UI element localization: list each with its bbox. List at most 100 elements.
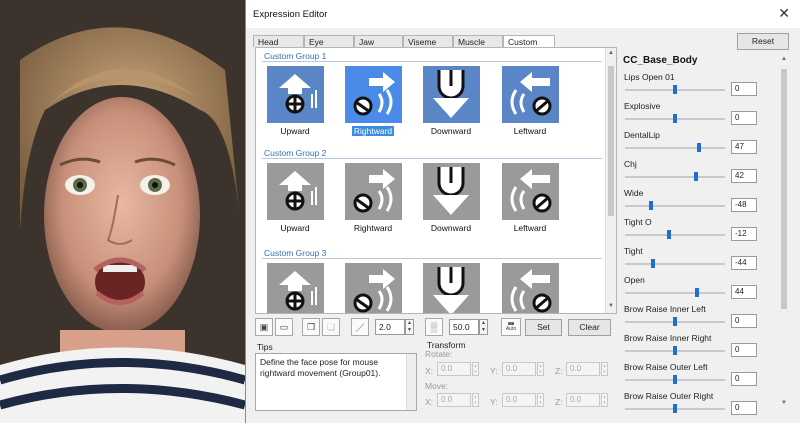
rotate-label: Rotate:	[425, 349, 453, 359]
slider-thumb[interactable]	[673, 404, 677, 413]
close-icon[interactable]: ✕	[778, 6, 790, 20]
slider-thumb[interactable]	[673, 85, 677, 94]
open-folder-icon[interactable]: ▭	[275, 318, 293, 336]
move-y-field[interactable]: 0.0	[502, 393, 536, 407]
pose-tile-unnamed[interactable]	[423, 263, 480, 313]
slider-value-field[interactable]: -48	[731, 198, 757, 212]
slider-thumb[interactable]	[673, 346, 677, 355]
toolbar: ▣ ▭ ❐ ❏ ／ 2.0 ▲ ▼ ▒ 50.0 ▲ ▼ ◙◙ Auto Set C…	[255, 317, 617, 339]
tips-scrollbar[interactable]	[406, 354, 416, 410]
pose-tile-rightward[interactable]	[345, 163, 402, 220]
scroll-up-icon[interactable]: ▲	[781, 56, 787, 62]
pose-tile-upward[interactable]	[267, 163, 324, 220]
strength-icon[interactable]: ▒	[425, 318, 443, 336]
scroll-down-icon[interactable]: ▼	[781, 400, 787, 406]
move-z-field[interactable]: 0.0	[566, 393, 600, 407]
slider-track[interactable]	[625, 263, 725, 265]
pose-tile-unnamed[interactable]	[502, 263, 559, 313]
sliders-scrollbar[interactable]: ▲ ▼	[779, 55, 789, 411]
slider-track[interactable]	[625, 205, 725, 207]
auto-key-button[interactable]: ◙◙ Auto	[501, 318, 521, 336]
slider-track[interactable]	[625, 234, 725, 236]
slider-thumb[interactable]	[651, 259, 655, 268]
slider-thumb[interactable]	[667, 230, 671, 239]
slider-label: Brow Raise Outer Right	[624, 391, 714, 401]
group-title: Custom Group 3	[264, 248, 327, 258]
tab-viseme[interactable]: Viseme	[403, 35, 453, 47]
slider-value-field[interactable]: 0	[731, 82, 757, 96]
brush-size-spinner[interactable]: ▲ ▼	[405, 319, 414, 335]
tab-custom[interactable]: Custom	[503, 35, 555, 47]
scroll-thumb[interactable]	[781, 69, 787, 309]
slider-track[interactable]	[625, 292, 725, 294]
slider-track[interactable]	[625, 147, 725, 149]
set-button[interactable]: Set	[525, 319, 562, 336]
slider-value-field[interactable]: 0	[731, 401, 757, 415]
downward-icon	[423, 163, 480, 220]
rotate-y-spinner[interactable]: ▲ ▼	[537, 362, 544, 376]
slider-thumb[interactable]	[694, 172, 698, 181]
copy-icon[interactable]: ❐	[302, 318, 320, 336]
slider-value-field[interactable]: 0	[731, 314, 757, 328]
group-divider	[262, 158, 602, 159]
slider-thumb[interactable]	[673, 114, 677, 123]
slider-value-field[interactable]: -44	[731, 256, 757, 270]
strength-spinner[interactable]: ▲ ▼	[479, 319, 488, 335]
pose-tile-rightward[interactable]	[345, 66, 402, 123]
slider-label: Chj	[624, 159, 637, 169]
slider-value-field[interactable]: 47	[731, 140, 757, 154]
brush-icon[interactable]: ／	[351, 318, 369, 336]
rotate-x-spinner[interactable]: ▲ ▼	[472, 362, 479, 376]
paste-icon[interactable]: ❏	[322, 318, 340, 336]
slider-thumb[interactable]	[649, 201, 653, 210]
slider-value-field[interactable]: 0	[731, 343, 757, 357]
pose-tile-upward[interactable]	[267, 66, 324, 123]
slider-value-field[interactable]: 44	[731, 285, 757, 299]
save-icon[interactable]: ▣	[255, 318, 273, 336]
slider-label: Brow Raise Outer Left	[624, 362, 708, 372]
pose-tile-unnamed[interactable]	[267, 263, 324, 313]
groups-scrollbar[interactable]: ▲ ▼	[605, 48, 616, 313]
slider-thumb[interactable]	[673, 317, 677, 326]
rotate-z-field[interactable]: 0.0	[566, 362, 600, 376]
group-title: Custom Group 2	[264, 148, 327, 158]
slider-value-field[interactable]: 42	[731, 169, 757, 183]
downward-icon	[423, 263, 480, 313]
slider-track[interactable]	[625, 176, 725, 178]
tab-muscle[interactable]: Muscle	[453, 35, 503, 47]
slider-label: Open	[624, 275, 645, 285]
rotate-z-spinner[interactable]: ▲ ▼	[601, 362, 608, 376]
slider-label: Brow Raise Inner Right	[624, 333, 712, 343]
rotate-x-field[interactable]: 0.0	[437, 362, 471, 376]
tab-head[interactable]: Head	[253, 35, 304, 47]
slider-value-field[interactable]: -12	[731, 227, 757, 241]
slider-value-field[interactable]: 0	[731, 111, 757, 125]
scroll-up-icon[interactable]: ▲	[608, 50, 614, 56]
slider-thumb[interactable]	[673, 375, 677, 384]
tab-eye[interactable]: Eye	[304, 35, 354, 47]
scroll-down-icon[interactable]: ▼	[608, 303, 614, 309]
pose-tile-leftward[interactable]	[502, 66, 559, 123]
rotate-y-field[interactable]: 0.0	[502, 362, 536, 376]
strength-field[interactable]: 50.0	[449, 319, 479, 335]
clear-button[interactable]: Clear	[568, 319, 611, 336]
move-z-spinner[interactable]: ▲ ▼	[601, 393, 608, 407]
slider-thumb[interactable]	[697, 143, 701, 152]
move-x-field[interactable]: 0.0	[437, 393, 471, 407]
move-y-spinner[interactable]: ▲ ▼	[537, 393, 544, 407]
pose-tile-unnamed[interactable]	[345, 263, 402, 313]
move-x-spinner[interactable]: ▲ ▼	[472, 393, 479, 407]
tab-jaw[interactable]: Jaw	[354, 35, 403, 47]
rotate-z-label: Z:	[555, 366, 563, 376]
reset-button[interactable]: Reset	[737, 33, 789, 50]
pose-tile-downward[interactable]	[423, 66, 480, 123]
pose-tile-downward[interactable]	[423, 163, 480, 220]
slider-value-field[interactable]: 0	[731, 372, 757, 386]
slider-thumb[interactable]	[695, 288, 699, 297]
rightward-icon	[345, 66, 402, 123]
custom-groups-panel: Custom Group 1 Upward Rightward Downward Lef…	[255, 47, 617, 314]
scroll-thumb[interactable]	[608, 66, 614, 216]
brush-size-field[interactable]: 2.0	[375, 319, 405, 335]
upward-icon	[267, 263, 324, 313]
pose-tile-leftward[interactable]	[502, 163, 559, 220]
